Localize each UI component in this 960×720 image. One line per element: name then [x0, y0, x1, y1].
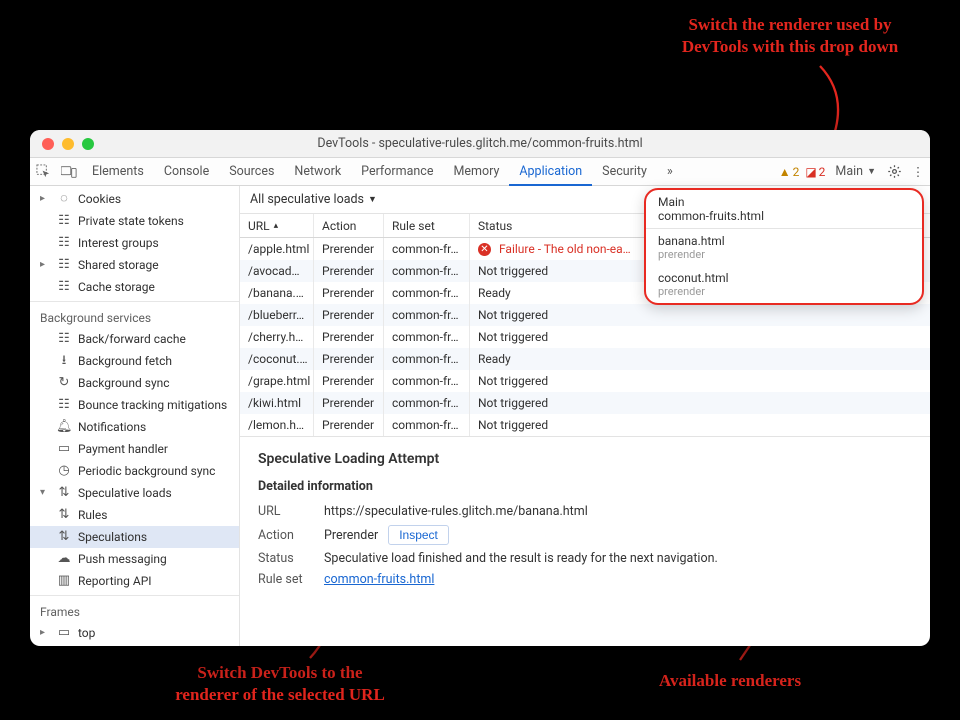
detail-title: Speculative Loading Attempt: [258, 451, 912, 467]
label-url: URL: [258, 504, 314, 519]
tab-console[interactable]: Console: [154, 158, 219, 185]
database-icon: ☷: [56, 234, 72, 252]
table-row[interactable]: /cherry.h…Prerendercommon-fr…Not trigger…: [240, 326, 930, 348]
database-icon: ☷: [56, 212, 72, 230]
database-icon: ☷: [56, 256, 72, 274]
sidebar-item-shared-storage[interactable]: ▸☷Shared storage: [30, 254, 239, 276]
error-icon: ✕: [478, 243, 491, 256]
window-title: DevTools - speculative-rules.glitch.me/c…: [30, 136, 930, 151]
detail-subtitle: Detailed information: [258, 479, 912, 494]
tab-application[interactable]: Application: [509, 158, 592, 186]
database-icon: ☷: [56, 330, 72, 348]
card-icon: ▭: [56, 440, 72, 458]
zoom-icon[interactable]: [82, 138, 94, 150]
table-row[interactable]: /grape.htmlPrerendercommon-fr…Not trigge…: [240, 370, 930, 392]
table-row[interactable]: /coconut.…Prerendercommon-fr…Ready: [240, 348, 930, 370]
database-icon: ☷: [56, 278, 72, 296]
kebab-icon[interactable]: ⋮: [906, 158, 930, 185]
tab-security[interactable]: Security: [592, 158, 657, 185]
clock-icon: ◷: [56, 462, 72, 480]
th-action[interactable]: Action: [314, 214, 384, 237]
sidebar-item-periodic-sync[interactable]: ◷Periodic background sync: [30, 460, 239, 482]
tabbar: ElementsConsoleSourcesNetworkPerformance…: [30, 158, 930, 186]
minimize-icon[interactable]: [62, 138, 74, 150]
sidebar-item-bg-sync[interactable]: ↻Background sync: [30, 372, 239, 394]
sidebar-item-interest-groups[interactable]: ☷Interest groups: [30, 232, 239, 254]
th-ruleset[interactable]: Rule set: [384, 214, 470, 237]
sidebar-item-notifications[interactable]: 🔔︎Notifications: [30, 416, 239, 438]
detail-ruleset-link[interactable]: common-fruits.html: [324, 572, 434, 587]
annotation-bottom-right: Available renderers: [630, 670, 830, 692]
sidebar-item-bg-fetch[interactable]: ⭳Background fetch: [30, 350, 239, 372]
download-icon: ⭳: [56, 352, 72, 370]
th-url[interactable]: URL▴: [240, 214, 314, 237]
sidebar-item-rules[interactable]: ⇅Rules: [30, 504, 239, 526]
table-row[interactable]: /lemon.h…Prerendercommon-fr…Not triggere…: [240, 414, 930, 436]
close-icon[interactable]: [42, 138, 54, 150]
tab-sources[interactable]: Sources: [219, 158, 284, 185]
database-icon: ☷: [56, 396, 72, 414]
sidebar: ▸◌Cookies ☷Private state tokens ☷Interes…: [30, 186, 240, 646]
cookie-icon: ◌: [56, 190, 72, 208]
detail-url: https://speculative-rules.glitch.me/bana…: [324, 504, 588, 519]
sidebar-item-private-state[interactable]: ☷Private state tokens: [30, 210, 239, 232]
warning-icon: ▲: [779, 165, 791, 179]
annotation-bottom-left: Switch DevTools to the renderer of the s…: [160, 662, 400, 706]
sidebar-item-speculative[interactable]: ▾⇅Speculative loads: [30, 482, 239, 504]
inspect-button[interactable]: Inspect: [388, 525, 449, 545]
swap-icon: ⇅: [56, 484, 72, 502]
detail-status: Speculative load finished and the result…: [324, 551, 718, 566]
sidebar-item-bfcache[interactable]: ☷Back/forward cache: [30, 328, 239, 350]
label-action: Action: [258, 528, 314, 543]
renderer-dropdown-menu: Main common-fruits.html banana.html prer…: [644, 188, 924, 305]
table-row[interactable]: /kiwi.htmlPrerendercommon-fr…Not trigger…: [240, 392, 930, 414]
swap-icon: ⇅: [56, 506, 72, 524]
sidebar-group-bg: Background services: [30, 305, 239, 328]
sidebar-item-bounce[interactable]: ☷Bounce tracking mitigations: [30, 394, 239, 416]
report-icon: ▥: [56, 572, 72, 590]
device-icon[interactable]: [56, 158, 82, 185]
cloud-icon: ☁: [56, 550, 72, 568]
tab-performance[interactable]: Performance: [351, 158, 443, 185]
dropdown-renderer-banana[interactable]: banana.html prerender: [646, 229, 922, 266]
detail-panel: Speculative Loading Attempt Detailed inf…: [240, 437, 930, 599]
tab-elements[interactable]: Elements: [82, 158, 154, 185]
sync-icon: ↻: [56, 374, 72, 392]
sidebar-group-frames: Frames: [30, 599, 239, 622]
error-icon: ◪: [805, 165, 816, 179]
bell-icon: 🔔︎: [56, 418, 72, 436]
detail-action: Prerender: [324, 528, 378, 543]
chevron-down-icon: ▼: [368, 194, 377, 205]
sidebar-item-push[interactable]: ☁Push messaging: [30, 548, 239, 570]
sidebar-item-top-frame[interactable]: ▸▭top: [30, 622, 239, 644]
sidebar-item-speculations[interactable]: ⇅Speculations: [30, 526, 239, 548]
sidebar-item-cache-storage[interactable]: ☷Cache storage: [30, 276, 239, 298]
chevron-down-icon: ▼: [867, 166, 876, 177]
titlebar: DevTools - speculative-rules.glitch.me/c…: [30, 130, 930, 158]
label-ruleset: Rule set: [258, 572, 314, 587]
frame-icon: ▭: [56, 624, 72, 642]
table-row[interactable]: /blueberr…Prerendercommon-fr…Not trigger…: [240, 304, 930, 326]
label-status: Status: [258, 551, 314, 566]
tab-memory[interactable]: Memory: [443, 158, 509, 185]
dropdown-renderer-coconut[interactable]: coconut.html prerender: [646, 266, 922, 303]
dropdown-main-item[interactable]: Main common-fruits.html: [646, 190, 922, 228]
tab-network[interactable]: Network: [284, 158, 351, 185]
warnings-counter[interactable]: ▲2 ◪2: [775, 158, 830, 185]
swap-icon: ⇅: [56, 528, 72, 546]
sort-asc-icon: ▴: [274, 221, 279, 231]
tabs-overflow[interactable]: »: [657, 158, 683, 185]
gear-icon[interactable]: [882, 158, 906, 185]
renderer-dropdown-button[interactable]: Main ▼: [829, 158, 882, 185]
sidebar-item-payment[interactable]: ▭Payment handler: [30, 438, 239, 460]
inspect-icon[interactable]: [30, 158, 56, 185]
sidebar-item-cookies[interactable]: ▸◌Cookies: [30, 188, 239, 210]
annotation-top: Switch the renderer used by DevTools wit…: [640, 14, 940, 58]
traffic-lights: [42, 138, 94, 150]
sidebar-item-reporting[interactable]: ▥Reporting API: [30, 570, 239, 592]
